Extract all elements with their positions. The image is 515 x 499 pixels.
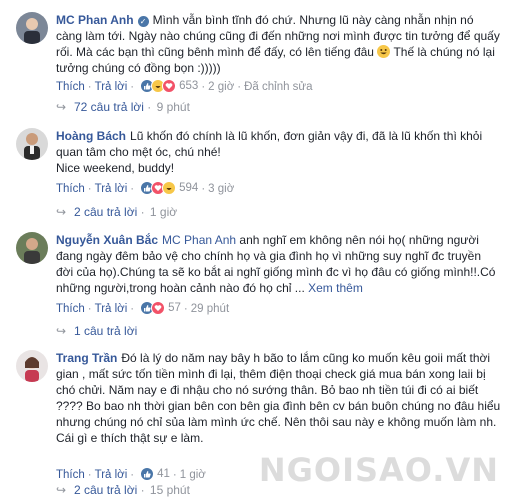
replies-time: 9 phút [156, 100, 190, 114]
replies-count[interactable]: 2 câu trả lời [74, 205, 137, 219]
reply-link[interactable]: Trả lời [95, 469, 128, 481]
reply-link[interactable]: Trả lời [95, 303, 128, 315]
comment-actions: Thích · Trả lời · 57 · 29 phút [56, 300, 230, 316]
comment-actions: Thích · Trả lời · 653 · 2 giờ · Đã chỉnh sửa [56, 78, 313, 94]
replies-count[interactable]: 1 câu trả lời [74, 324, 137, 338]
comment-text: Đó là lý do năm nay bây h bão to lắm cũn… [56, 351, 501, 445]
reactions-summary[interactable]: 41 [140, 466, 170, 482]
comment-actions: Thích · Trả lời · 41 · 1 giờ [56, 466, 206, 482]
comment-author[interactable]: MC Phan Anh [56, 13, 134, 27]
grin-emoji-icon [377, 45, 391, 58]
avatar[interactable] [16, 350, 48, 382]
reactions-summary[interactable]: 653 [140, 78, 198, 94]
reaction-count: 594 [179, 182, 199, 194]
reaction-count: 57 [168, 302, 181, 314]
replies-time: 1 giờ [149, 205, 178, 219]
edited-label[interactable]: Đã chỉnh sửa [244, 81, 312, 93]
reply-link[interactable]: Trả lời [95, 81, 128, 93]
see-more-link[interactable]: Xem thêm [308, 281, 363, 295]
reply-link[interactable]: Trả lời [95, 183, 128, 195]
comment-time[interactable]: 29 phút [191, 303, 229, 315]
comment-author[interactable]: Trang Trần [56, 351, 117, 365]
comment-time[interactable]: 3 giờ [208, 183, 234, 195]
comment-author[interactable]: Hoàng Bách [56, 129, 126, 143]
haha-reaction-icon [162, 181, 177, 195]
comment-time[interactable]: 1 giờ [180, 469, 206, 481]
reaction-count: 653 [179, 80, 199, 92]
like-reaction-icon [140, 467, 155, 481]
reactions-summary[interactable]: 594 [140, 180, 198, 196]
like-link[interactable]: Thích [56, 183, 85, 195]
view-replies-link[interactable]: ↪ 2 câu trả lời · 1 giờ [56, 204, 177, 220]
avatar[interactable] [16, 128, 48, 160]
reaction-count: 41 [157, 468, 170, 480]
reply-arrow-icon: ↪ [56, 100, 67, 114]
like-link[interactable]: Thích [56, 303, 85, 315]
comment-actions: Thích · Trả lời · 594 · 3 giờ [56, 180, 235, 196]
reply-arrow-icon: ↪ [56, 324, 67, 338]
love-reaction-icon [162, 79, 177, 93]
view-replies-link[interactable]: ↪ 72 câu trả lời · 9 phút [56, 99, 190, 115]
like-link[interactable]: Thích [56, 469, 85, 481]
view-replies-link[interactable]: ↪ 1 câu trả lời [56, 323, 137, 339]
reply-arrow-icon: ↪ [56, 205, 67, 219]
replies-count[interactable]: 2 câu trả lời [74, 483, 137, 497]
replies-time: 15 phút [149, 483, 190, 497]
mention-link[interactable]: MC Phan Anh [162, 233, 236, 247]
like-link[interactable]: Thích [56, 81, 85, 93]
watermark-logo: NGOISAO.VN [258, 451, 499, 489]
love-reaction-icon [151, 301, 166, 315]
avatar[interactable] [16, 232, 48, 264]
replies-count[interactable]: 72 câu trả lời [74, 100, 144, 114]
verified-badge-icon: ✓ [137, 16, 149, 27]
reply-arrow-icon: ↪ [56, 483, 67, 497]
comment-text-line2: Nice weekend, buddy! [56, 161, 175, 175]
comment-time[interactable]: 2 giờ [208, 81, 234, 93]
reactions-summary[interactable]: 57 [140, 300, 181, 316]
avatar[interactable] [16, 12, 48, 44]
comment-author[interactable]: Nguyễn Xuân Bắc [56, 233, 158, 247]
view-replies-link[interactable]: ↪ 2 câu trả lời · 15 phút [56, 482, 190, 498]
